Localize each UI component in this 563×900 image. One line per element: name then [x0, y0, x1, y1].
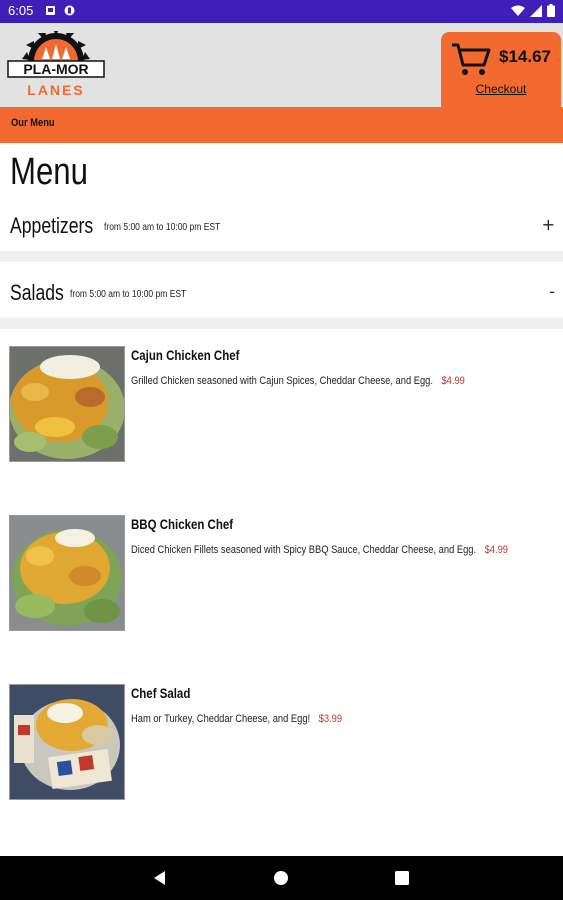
signal-icon [530, 4, 542, 17]
system-nav-bar [0, 856, 563, 900]
item-name[interactable]: Chef Salad [131, 685, 190, 701]
section-divider [0, 251, 563, 262]
battery-icon [547, 4, 555, 17]
home-icon[interactable] [271, 868, 291, 888]
status-bar: 6:05 [0, 0, 563, 23]
wifi-icon [511, 5, 525, 16]
section-salads[interactable]: Salads from 5:00 am to 10:00 pm EST - [0, 270, 563, 320]
section-hours: from 5:00 am to 10:00 pm EST [70, 289, 187, 300]
item-description-row: Ham or Turkey, Cheddar Cheese, and Egg! $… [131, 713, 342, 725]
checkout-link[interactable]: Checkout [441, 82, 561, 96]
item-description: Diced Chicken Fillets seasoned with Spic… [131, 544, 477, 556]
expand-icon[interactable]: + [542, 215, 555, 234]
menu-item[interactable]: Chef Salad Ham or Turkey, Cheddar Cheese… [0, 684, 563, 804]
item-name[interactable]: Cajun Chicken Chef [131, 347, 239, 363]
breadcrumb-bar: Our Menu [0, 107, 563, 143]
notification-icon [46, 6, 55, 15]
item-name[interactable]: BBQ Chicken Chef [131, 516, 233, 532]
item-description: Ham or Turkey, Cheddar Cheese, and Egg! [131, 713, 311, 725]
back-icon[interactable] [150, 868, 170, 888]
section-name: Salads [10, 280, 64, 305]
cart-panel[interactable]: $14.67 Checkout [441, 32, 561, 107]
cart-icon[interactable] [450, 41, 492, 77]
status-time: 6:05 [8, 3, 34, 18]
recents-icon[interactable] [392, 868, 412, 888]
pla-mor-lanes-logo[interactable]: PLA-MOR LANES [6, 31, 106, 101]
item-photo[interactable] [9, 684, 125, 800]
item-price: $3.99 [318, 713, 343, 725]
status-icons [511, 4, 555, 17]
item-photo[interactable] [9, 346, 125, 462]
section-name: Appetizers [10, 213, 94, 238]
logo-text-line2: LANES [27, 82, 84, 98]
item-photo[interactable] [9, 515, 125, 631]
section-hours: from 5:00 am to 10:00 pm EST [104, 222, 221, 233]
menu-item[interactable]: Cajun Chicken Chef Grilled Chicken seaso… [0, 346, 563, 466]
collapse-icon[interactable]: - [549, 282, 555, 301]
item-description: Grilled Chicken seasoned with Cajun Spic… [131, 375, 433, 387]
section-divider [0, 318, 563, 329]
breadcrumb[interactable]: Our Menu [11, 117, 55, 129]
menu-item[interactable]: BBQ Chicken Chef Diced Chicken Fillets s… [0, 515, 563, 635]
item-description-row: Grilled Chicken seasoned with Cajun Spic… [131, 375, 465, 387]
cart-total: $14.67 [499, 47, 551, 66]
app-header: PLA-MOR LANES $14.67 Checkout [0, 23, 563, 107]
section-appetizers[interactable]: Appetizers from 5:00 am to 10:00 pm EST … [0, 203, 563, 253]
item-description-row: Diced Chicken Fillets seasoned with Spic… [131, 544, 508, 556]
app-notification-icon [64, 5, 75, 16]
item-price: $4.99 [441, 375, 465, 387]
logo-text-line1: PLA-MOR [23, 61, 88, 77]
page-title: Menu [10, 151, 88, 193]
menu-content[interactable]: Menu Appetizers from 5:00 am to 10:00 pm… [0, 143, 563, 856]
item-price: $4.99 [484, 544, 509, 556]
